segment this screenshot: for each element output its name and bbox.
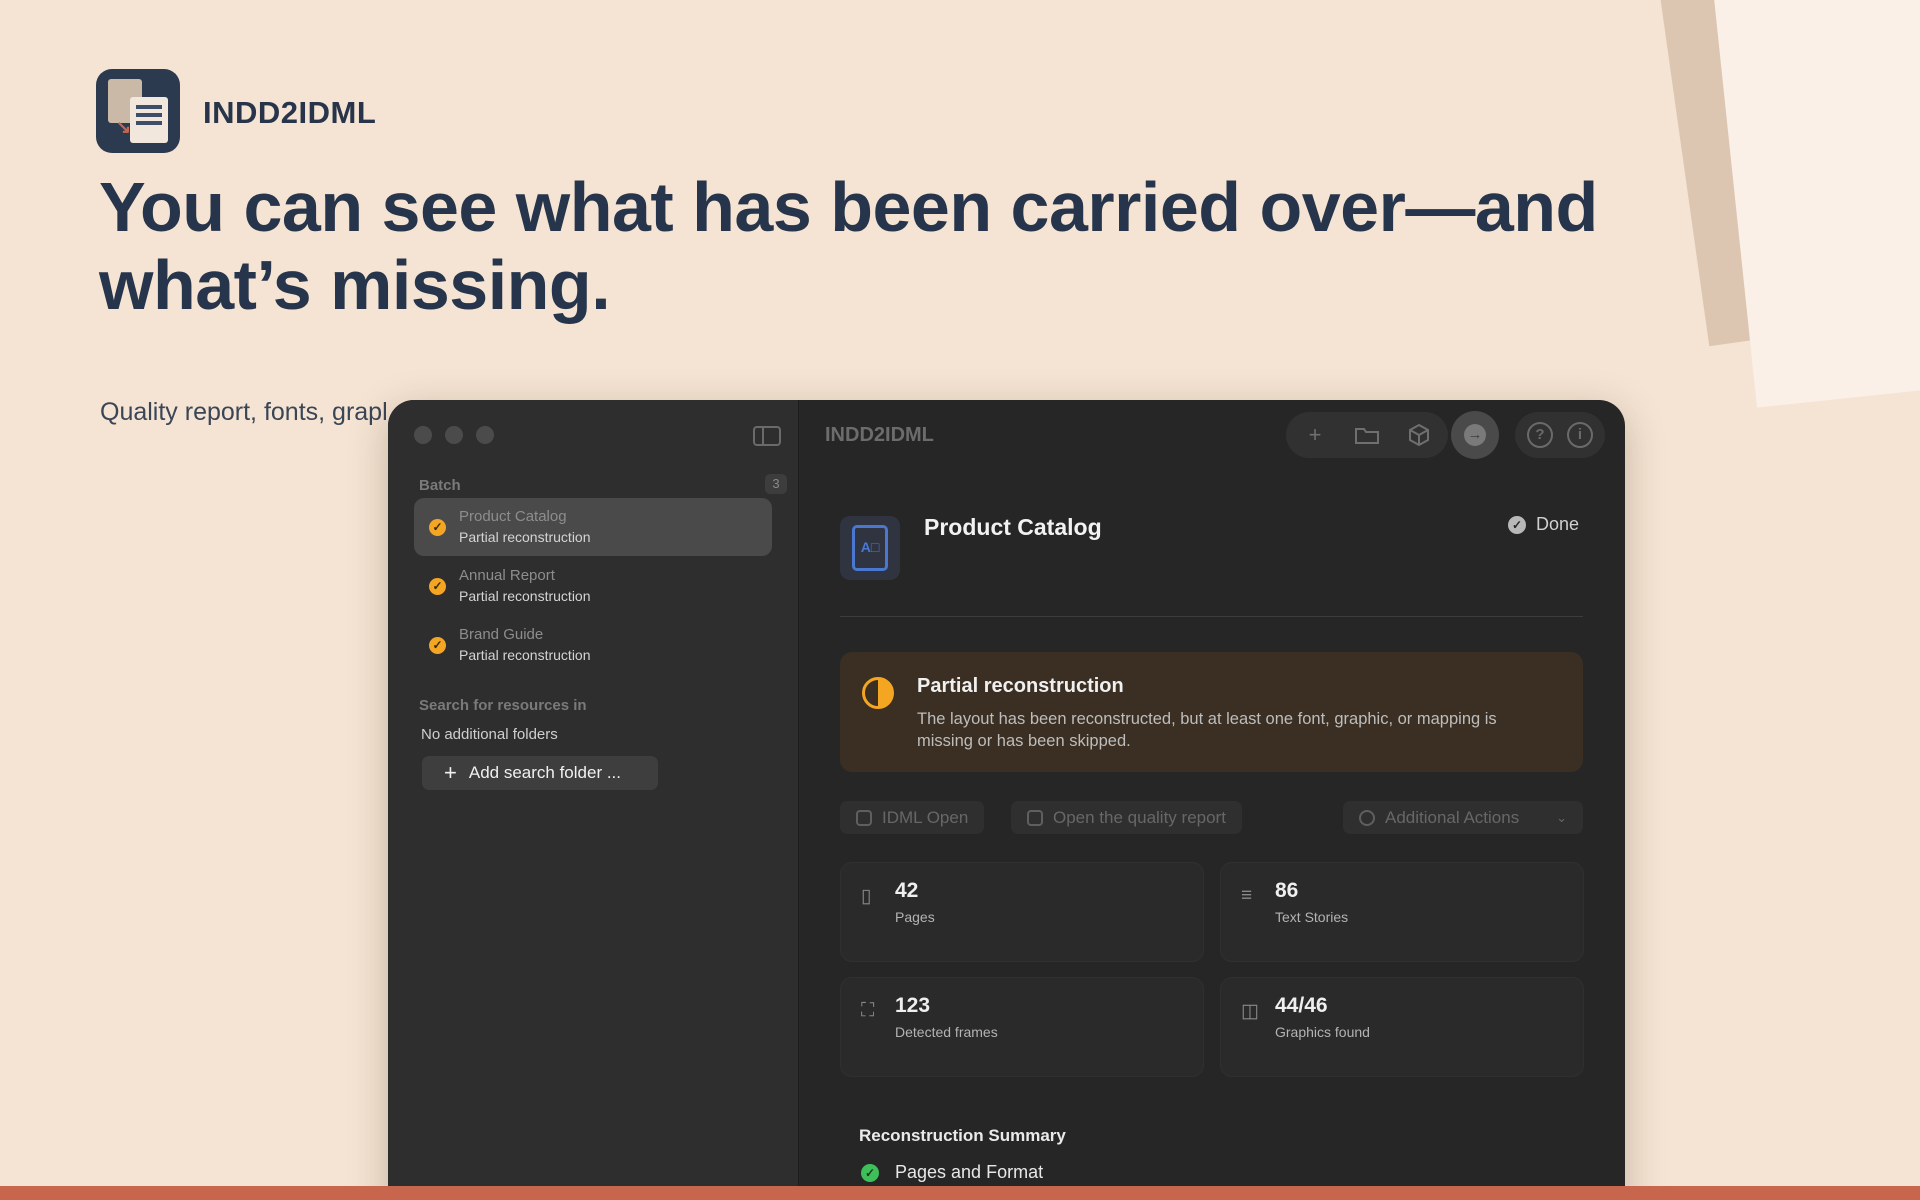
batch-item-brand-guide[interactable]: ✓ Brand Guide Partial reconstruction <box>414 616 772 674</box>
check-circle-icon: ✓ <box>1508 515 1526 534</box>
frame-icon: ⛶ <box>861 1000 875 1021</box>
quality-report-label: Open the quality report <box>1053 807 1226 827</box>
app-name: INDD2IDML <box>203 95 377 130</box>
stat-label: Detected frames <box>895 1024 998 1040</box>
quality-report-button[interactable]: Open the quality report <box>1011 801 1242 834</box>
partial-reconstruction-banner: Partial reconstruction The layout has be… <box>840 652 1583 772</box>
warning-check-icon: ✓ <box>429 519 446 536</box>
idml-open-label: IDML Open <box>882 807 969 827</box>
arrow-right-icon: → <box>1464 424 1486 446</box>
app-window: Batch 3 ✓ Product Catalog Partial recons… <box>388 400 1625 1200</box>
app-logo-icon: ↘ <box>96 69 180 153</box>
close-window-button[interactable] <box>414 426 432 444</box>
idml-open-button[interactable]: IDML Open <box>840 801 985 834</box>
text-lines-icon: ≡ <box>1241 885 1253 906</box>
stat-value: 86 <box>1275 879 1299 902</box>
add-search-folder-button[interactable]: + Add search folder ... <box>422 756 658 790</box>
plus-icon: + <box>444 760 457 785</box>
warning-check-icon: ✓ <box>429 637 446 654</box>
folder-icon[interactable] <box>1350 418 1384 452</box>
help-icon[interactable]: ? <box>1527 422 1553 448</box>
banner-text: The layout has been reconstructed, but a… <box>917 710 1497 750</box>
toolbar-group-help: ? i <box>1515 412 1605 458</box>
stat-value: 44/46 <box>1275 994 1328 1017</box>
stat-card-graphics: ◫ 44/46 Graphics found <box>1220 977 1584 1077</box>
batch-count-badge: 3 <box>765 474 787 494</box>
done-label: Done <box>1536 514 1580 534</box>
bottom-accent-bar <box>0 1186 1920 1200</box>
sidebar: Batch 3 ✓ Product Catalog Partial recons… <box>388 400 799 1200</box>
sidebar-toggle-icon[interactable] <box>753 426 781 446</box>
batch-item-name: Annual Report <box>459 567 555 584</box>
batch-item-status: Partial reconstruction <box>459 647 591 663</box>
no-folders-text: No additional folders <box>421 726 558 743</box>
stat-label: Text Stories <box>1275 909 1349 925</box>
summary-row-pages-format: ✓ Pages and Format <box>861 1162 1043 1183</box>
half-circle-icon <box>862 677 894 709</box>
images-icon: ◫ <box>1241 1001 1259 1022</box>
toolbar-group-file: + <box>1286 412 1448 458</box>
additional-actions-dropdown[interactable]: Additional Actions ⌄ <box>1343 801 1583 834</box>
headline: You can see what has been carried over—a… <box>99 168 1598 324</box>
chevron-down-icon: ⌄ <box>1556 809 1567 825</box>
stat-label: Graphics found <box>1275 1024 1370 1040</box>
batch-item-name: Product Catalog <box>459 508 567 525</box>
more-icon <box>1359 809 1375 826</box>
stat-label: Pages <box>895 909 935 925</box>
package-icon[interactable] <box>1402 418 1436 452</box>
subtitle: Quality report, fonts, grapl <box>100 398 388 426</box>
batch-item-status: Partial reconstruction <box>459 588 591 604</box>
summary-title: Reconstruction Summary <box>859 1126 1066 1145</box>
success-check-icon: ✓ <box>861 1163 879 1182</box>
convert-button[interactable]: → <box>1451 411 1499 459</box>
batch-item-product-catalog[interactable]: ✓ Product Catalog Partial reconstruction <box>414 498 772 556</box>
done-status: ✓ Done <box>1508 514 1579 535</box>
page-icon: ▯ <box>861 886 872 907</box>
zoom-window-button[interactable] <box>476 426 494 444</box>
additional-actions-label: Additional Actions <box>1385 807 1520 827</box>
stat-card-text-stories: ≡ 86 Text Stories <box>1220 862 1584 962</box>
stat-card-pages: ▯ 42 Pages <box>840 862 1204 962</box>
document-title: Product Catalog <box>924 514 1102 540</box>
banner-title: Partial reconstruction <box>917 675 1124 697</box>
info-icon[interactable]: i <box>1567 422 1593 448</box>
report-icon <box>1027 809 1043 826</box>
minimize-window-button[interactable] <box>445 426 463 444</box>
add-icon[interactable]: + <box>1298 418 1332 452</box>
document-type-icon: A□ <box>840 516 900 580</box>
window-title: INDD2IDML <box>825 424 934 446</box>
stat-value: 42 <box>895 879 919 902</box>
add-search-folder-label: Add search folder ... <box>468 763 621 782</box>
batch-label: Batch <box>419 477 461 494</box>
summary-row-label: Pages and Format <box>895 1162 1044 1182</box>
stat-value: 123 <box>895 994 931 1017</box>
decor-shape-front <box>1710 0 1920 408</box>
stat-card-frames: ⛶ 123 Detected frames <box>840 977 1204 1077</box>
external-open-icon <box>856 809 872 826</box>
search-resources-label: Search for resources in <box>419 697 587 714</box>
divider <box>840 616 1583 617</box>
batch-item-status: Partial reconstruction <box>459 529 591 545</box>
batch-item-name: Brand Guide <box>459 626 544 643</box>
warning-check-icon: ✓ <box>429 578 446 595</box>
batch-item-annual-report[interactable]: ✓ Annual Report Partial reconstruction <box>414 557 772 615</box>
